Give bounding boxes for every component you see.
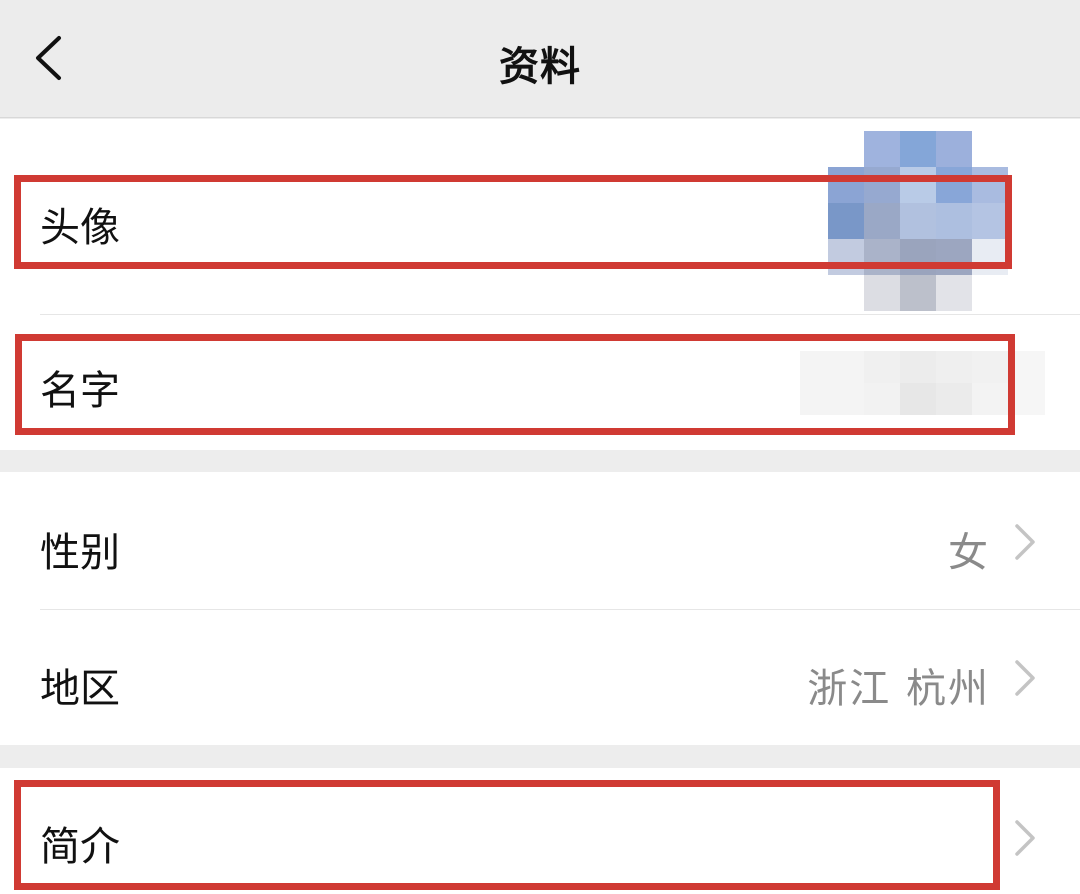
nav-bar: 资料 <box>0 0 1080 118</box>
gender-label: 性别 <box>40 530 120 576</box>
profile-info-group: 性别 女 地区 浙江 杭州 <box>0 472 1080 745</box>
name-label: 名字 <box>40 368 120 414</box>
profile-basic-group: 头像 名字 <box>0 119 1080 450</box>
avatar[interactable] <box>828 131 1008 311</box>
region-label: 地区 <box>40 666 120 712</box>
name-value-redacted <box>800 351 1045 415</box>
avatar-label: 头像 <box>40 205 120 251</box>
profile-bio-group: 简介 <box>0 768 1080 894</box>
chevron-right-icon <box>1015 820 1035 856</box>
chevron-right-icon <box>1015 524 1035 560</box>
region-value: 浙江 杭州 <box>807 666 990 712</box>
chevron-right-icon <box>1015 660 1035 696</box>
name-row[interactable]: 名字 <box>0 315 1080 450</box>
gender-value: 女 <box>948 530 990 576</box>
bio-row[interactable]: 简介 <box>0 768 1080 894</box>
bio-label: 简介 <box>40 824 120 870</box>
page-title: 资料 <box>499 44 581 90</box>
gender-row[interactable]: 性别 女 <box>0 472 1080 609</box>
avatar-row[interactable]: 头像 <box>0 119 1080 314</box>
region-row[interactable]: 地区 浙江 杭州 <box>0 610 1080 745</box>
